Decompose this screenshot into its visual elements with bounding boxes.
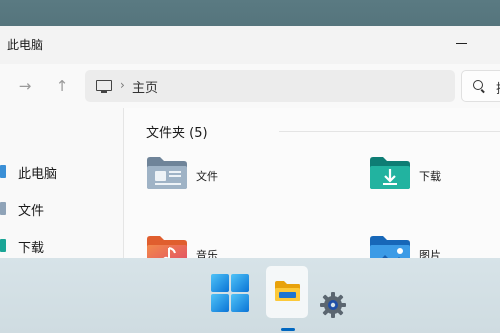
title-bar[interactable]: 此电脑	[0, 26, 500, 64]
folder-label: 图片	[419, 249, 441, 258]
active-indicator	[281, 328, 295, 331]
windows-logo-icon	[211, 274, 249, 312]
file-explorer-window[interactable]: 此电脑 → ↑ › 主页 搜 此电脑 文件 下载 图片	[0, 26, 500, 258]
sidebar-item-downloads[interactable]: 下载	[0, 232, 124, 258]
file-explorer-taskbar-button[interactable]	[266, 266, 308, 331]
forward-button[interactable]: →	[15, 76, 35, 96]
window-title: 此电脑	[7, 38, 44, 52]
documents-folder-icon	[147, 157, 187, 189]
content-pane: 文件夹 (5) 文件 下载 音乐 图片	[124, 108, 500, 258]
minimize-button[interactable]	[456, 43, 467, 44]
folder-music[interactable]: 音乐	[146, 235, 306, 258]
breadcrumb-home[interactable]: 主页	[132, 77, 158, 96]
downloads-icon	[0, 239, 6, 252]
navigation-pane: 此电脑 文件 下载 图片	[0, 108, 124, 258]
pictures-folder-icon	[370, 236, 410, 258]
computer-icon	[0, 165, 6, 178]
search-box[interactable]: 搜	[461, 70, 500, 102]
documents-icon	[0, 202, 6, 215]
section-header-folders[interactable]: 文件夹 (5)	[146, 122, 208, 141]
taskbar	[0, 258, 500, 333]
music-folder-icon	[147, 236, 187, 258]
start-button[interactable]	[209, 266, 251, 318]
folder-downloads[interactable]: 下载	[369, 156, 500, 200]
address-bar[interactable]: › 主页	[85, 70, 455, 102]
computer-icon	[96, 80, 112, 93]
navigation-bar: → ↑ › 主页 搜	[0, 64, 500, 108]
gear-icon	[320, 292, 346, 318]
search-icon	[473, 80, 483, 90]
breadcrumb-separator: ›	[120, 78, 125, 92]
sidebar-item-label: 下载	[18, 241, 45, 256]
sidebar-item-documents[interactable]: 文件	[0, 195, 124, 225]
sidebar-item-label: 文件	[18, 204, 45, 219]
downloads-folder-icon	[370, 157, 410, 189]
folder-label: 音乐	[196, 249, 218, 258]
folder-label: 文件	[196, 170, 218, 183]
up-button[interactable]: ↑	[52, 76, 72, 96]
settings-button[interactable]	[312, 266, 354, 318]
sidebar-item-this-pc[interactable]: 此电脑	[0, 158, 124, 188]
folder-label: 下载	[419, 170, 441, 183]
sidebar-item-label: 此电脑	[18, 167, 58, 182]
folder-icon	[275, 281, 300, 301]
search-placeholder: 搜	[496, 78, 500, 97]
section-divider	[279, 131, 500, 132]
folder-documents[interactable]: 文件	[146, 156, 306, 200]
folder-pictures[interactable]: 图片	[369, 235, 500, 258]
